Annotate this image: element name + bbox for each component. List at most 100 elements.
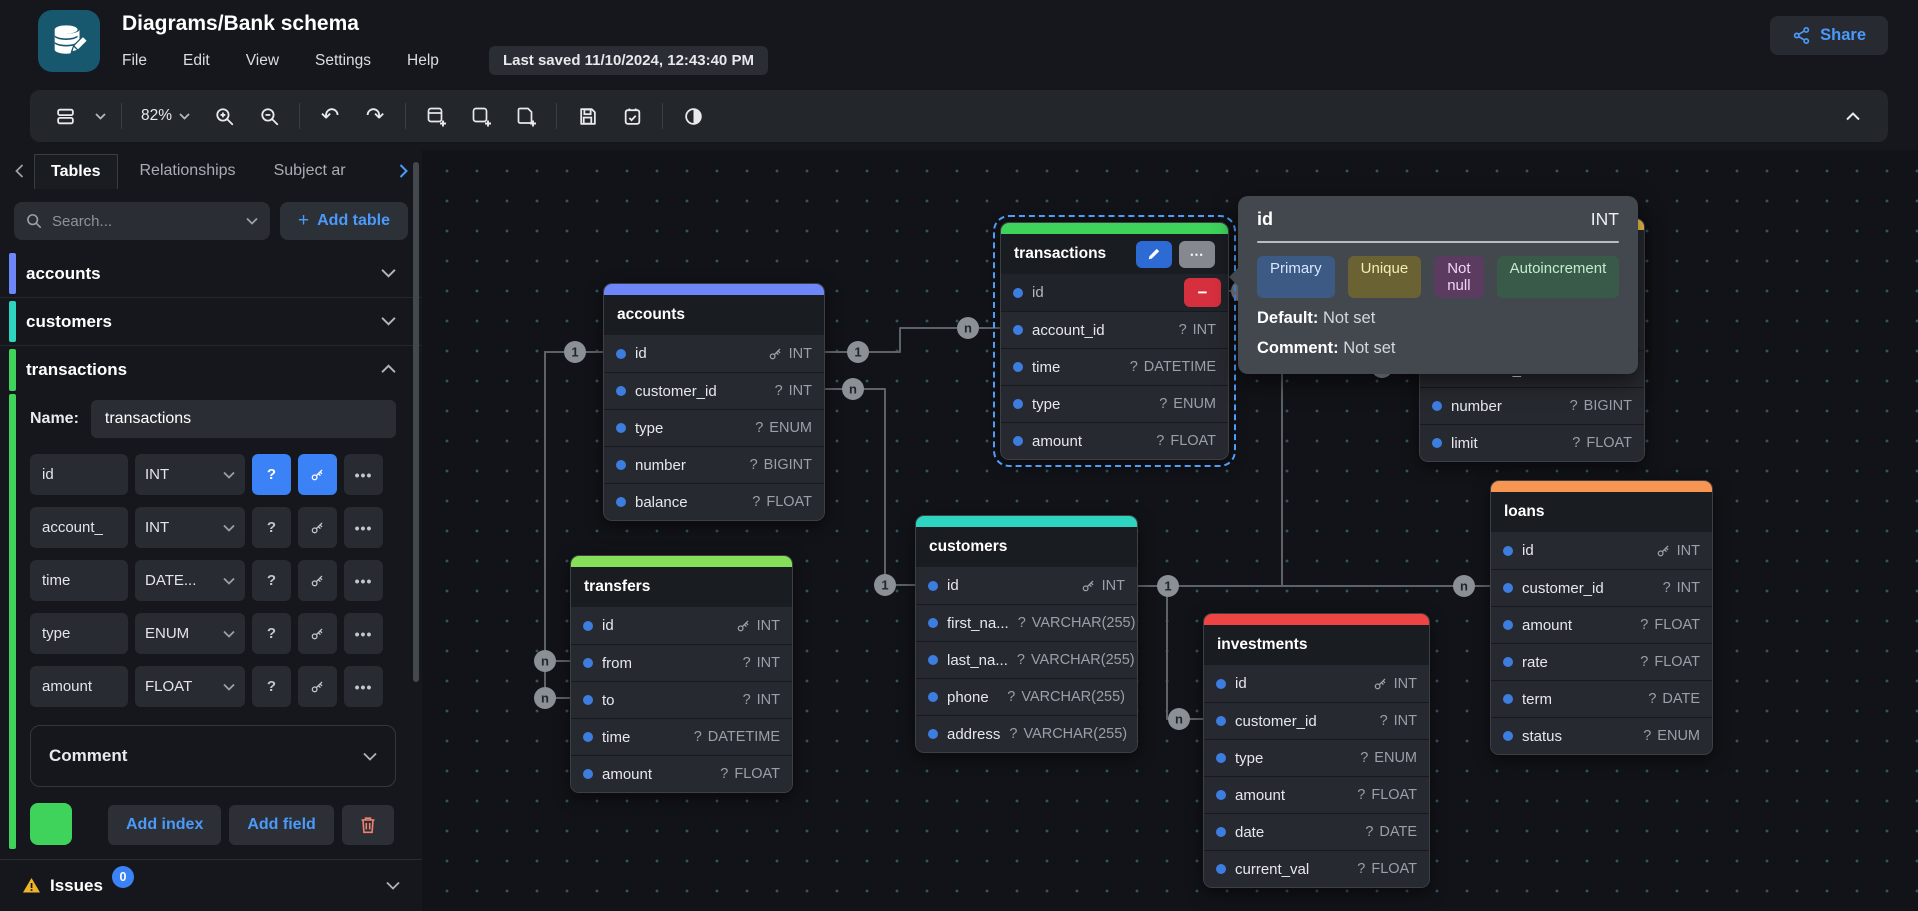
add-note-button[interactable] <box>511 101 541 131</box>
field-type-dropdown[interactable]: INT <box>135 454 245 495</box>
diagram-table-transactions[interactable]: transactions⋯id−account_id?INTtime?DATET… <box>1000 222 1229 460</box>
sidebar-table-transactions[interactable]: transactions <box>0 346 422 394</box>
table-field-row[interactable]: address?VARCHAR(255) <box>916 715 1137 752</box>
table-field-row[interactable]: number?BIGINT <box>1420 387 1644 424</box>
table-color-swatch[interactable] <box>30 803 72 845</box>
add-field-button[interactable]: Add field <box>229 805 333 845</box>
tabs-scroll-left-icon[interactable] <box>8 164 30 178</box>
table-field-row[interactable]: customer_id?INT <box>604 372 824 409</box>
field-more-button[interactable]: ••• <box>344 666 383 707</box>
undo-button[interactable]: ↶ <box>315 101 345 131</box>
field-type-dropdown[interactable]: FLOAT <box>135 666 245 707</box>
zoom-level-dropdown[interactable]: 82% <box>137 107 194 125</box>
layout-menu-button[interactable] <box>50 101 106 131</box>
sidebar-table-customers[interactable]: customers <box>0 298 422 346</box>
search-input[interactable] <box>52 213 202 230</box>
diagram-table-loans[interactable]: loansidINTcustomer_id?INTamount?FLOATrat… <box>1490 480 1713 755</box>
field-name-input[interactable]: amount <box>30 666 128 707</box>
field-more-button[interactable]: ••• <box>344 507 383 548</box>
table-field-row[interactable]: time?DATETIME <box>1001 348 1228 385</box>
nullable-toggle[interactable]: ? <box>252 666 291 707</box>
primary-key-toggle[interactable] <box>298 613 337 654</box>
primary-key-toggle[interactable] <box>298 454 337 495</box>
field-type-dropdown[interactable]: ENUM <box>135 613 245 654</box>
table-field-row[interactable]: term?DATE <box>1491 680 1712 717</box>
field-type-dropdown[interactable]: INT <box>135 507 245 548</box>
primary-key-toggle[interactable] <box>298 560 337 601</box>
delete-table-button[interactable] <box>342 805 394 845</box>
diagram-table-transfers[interactable]: transfersidINTfrom?INTto?INTtime?DATETIM… <box>570 555 793 793</box>
comment-collapsible[interactable]: Comment <box>30 725 396 787</box>
theme-contrast-button[interactable] <box>678 101 708 131</box>
zoom-in-button[interactable] <box>209 101 239 131</box>
table-field-row[interactable]: id− <box>1001 274 1228 311</box>
menu-item-edit[interactable]: Edit <box>183 52 210 70</box>
table-field-row[interactable]: first_na...?VARCHAR(255) <box>916 604 1137 641</box>
issues-bar[interactable]: Issues 0 <box>0 859 422 911</box>
table-field-row[interactable]: type?ENUM <box>1204 739 1429 776</box>
table-field-row[interactable]: type?ENUM <box>604 409 824 446</box>
table-field-row[interactable]: status?ENUM <box>1491 717 1712 754</box>
field-type-dropdown[interactable]: DATE... <box>135 560 245 601</box>
diagram-table-accounts[interactable]: accountsidINTcustomer_id?INTtype?ENUMnum… <box>603 283 825 521</box>
table-field-row[interactable]: amount?FLOAT <box>1491 606 1712 643</box>
table-field-row[interactable]: date?DATE <box>1204 813 1429 850</box>
edit-table-button[interactable] <box>1136 241 1172 268</box>
table-field-row[interactable]: customer_id?INT <box>1204 702 1429 739</box>
tabs-scroll-right-icon[interactable] <box>392 164 414 178</box>
field-name-input[interactable]: id <box>30 454 128 495</box>
diagram-canvas[interactable]: 1nn1nn11nnnn customer_id?INTnumber?BIGIN… <box>422 150 1918 911</box>
table-field-row[interactable]: idINT <box>571 607 792 644</box>
table-field-row[interactable]: idINT <box>604 335 824 372</box>
table-title-bar[interactable]: customers <box>916 527 1137 567</box>
menu-item-help[interactable]: Help <box>407 52 439 70</box>
table-more-button[interactable]: ⋯ <box>1179 241 1215 268</box>
table-field-row[interactable]: amount?FLOAT <box>571 755 792 792</box>
table-field-row[interactable]: balance?FLOAT <box>604 483 824 520</box>
primary-key-toggle[interactable] <box>298 507 337 548</box>
table-field-row[interactable]: type?ENUM <box>1001 385 1228 422</box>
field-more-button[interactable]: ••• <box>344 560 383 601</box>
table-name-input[interactable] <box>91 400 396 438</box>
diagram-table-customers[interactable]: customersidINTfirst_na...?VARCHAR(255)la… <box>915 515 1138 753</box>
table-field-row[interactable]: number?BIGINT <box>604 446 824 483</box>
menu-item-view[interactable]: View <box>246 52 279 70</box>
add-table-tool-button[interactable] <box>421 101 451 131</box>
tab-tables[interactable]: Tables <box>34 154 118 189</box>
table-field-row[interactable]: idINT <box>1204 665 1429 702</box>
table-field-row[interactable]: to?INT <box>571 681 792 718</box>
table-field-row[interactable]: from?INT <box>571 644 792 681</box>
table-field-row[interactable]: limit?FLOAT <box>1420 424 1644 461</box>
add-table-button[interactable]: + Add table <box>280 202 408 240</box>
add-area-button[interactable] <box>466 101 496 131</box>
tab-subject-ar[interactable]: Subject ar <box>258 154 354 188</box>
nullable-toggle[interactable]: ? <box>252 507 291 548</box>
table-field-row[interactable]: rate?FLOAT <box>1491 643 1712 680</box>
sidebar-scrollbar[interactable] <box>413 162 419 682</box>
table-field-row[interactable]: last_na...?VARCHAR(255) <box>916 641 1137 678</box>
field-more-button[interactable]: ••• <box>344 454 383 495</box>
table-field-row[interactable]: current_val?FLOAT <box>1204 850 1429 887</box>
table-field-row[interactable]: time?DATETIME <box>571 718 792 755</box>
diagram-table-investments[interactable]: investmentsidINTcustomer_id?INTtype?ENUM… <box>1203 613 1430 888</box>
table-field-row[interactable]: customer_id?INT <box>1491 569 1712 606</box>
table-field-row[interactable]: idINT <box>1491 532 1712 569</box>
field-more-button[interactable]: ••• <box>344 613 383 654</box>
field-name-input[interactable]: type <box>30 613 128 654</box>
collapse-toolbar-button[interactable] <box>1838 101 1868 131</box>
primary-key-toggle[interactable] <box>298 666 337 707</box>
field-name-input[interactable]: account_ <box>30 507 128 548</box>
menu-item-file[interactable]: File <box>122 52 147 70</box>
table-field-row[interactable]: amount?FLOAT <box>1204 776 1429 813</box>
redo-button[interactable]: ↷ <box>360 101 390 131</box>
zoom-out-button[interactable] <box>254 101 284 131</box>
nullable-toggle[interactable]: ? <box>252 560 291 601</box>
nullable-toggle[interactable]: ? <box>252 454 291 495</box>
save-button[interactable] <box>572 101 602 131</box>
table-title-bar[interactable]: accounts <box>604 295 824 335</box>
todo-button[interactable] <box>617 101 647 131</box>
add-index-button[interactable]: Add index <box>108 805 221 845</box>
table-search[interactable] <box>14 202 270 240</box>
field-name-input[interactable]: time <box>30 560 128 601</box>
table-title-bar[interactable]: investments <box>1204 625 1429 665</box>
